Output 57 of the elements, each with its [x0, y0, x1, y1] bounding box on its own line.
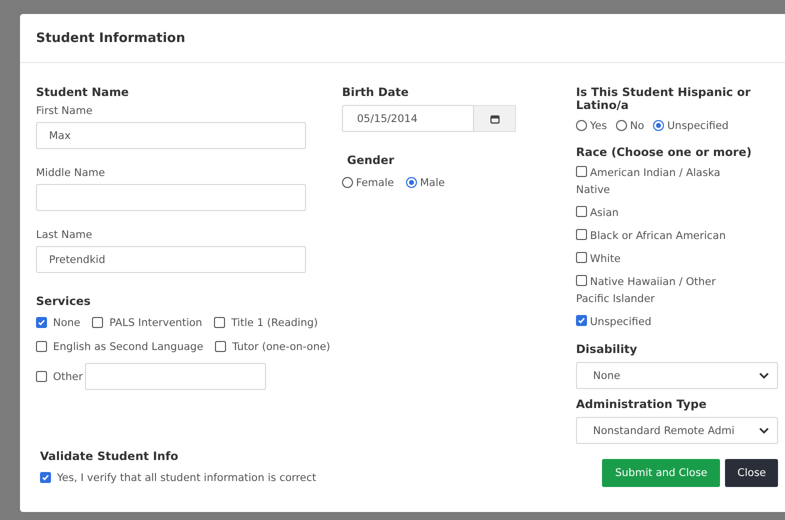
field-label: First Name: [36, 105, 94, 117]
calendar-icon: [490, 114, 500, 124]
calendar-button[interactable]: [474, 105, 516, 132]
submit-button[interactable]: Submit and Close: [602, 459, 720, 487]
radio-option[interactable]: Yes: [576, 118, 607, 134]
date-field[interactable]: 05/15/2014: [342, 105, 474, 132]
section-heading: Validate Student Info: [40, 450, 180, 463]
checkbox-option[interactable]: PALS Intervention: [92, 315, 202, 331]
radio-option[interactable]: Male: [406, 175, 445, 191]
dropdown[interactable]: None: [576, 362, 778, 389]
checkbox[interactable]: [214, 317, 226, 328]
close-button[interactable]: Close: [725, 459, 778, 487]
checkbox[interactable]: [215, 341, 226, 352]
checkbox-option[interactable]: Asian: [576, 204, 751, 222]
checkbox[interactable]: [92, 317, 104, 328]
chevron-down-icon: [759, 372, 769, 379]
dialog-title: Student Information: [36, 30, 186, 46]
checkbox-option[interactable]: American Indian / Alaska Native: [576, 164, 751, 199]
field-label: Administration Type: [576, 398, 708, 411]
radio-option[interactable]: Female: [342, 175, 394, 191]
checkbox-option[interactable]: None: [36, 315, 80, 331]
text-field[interactable]: Max: [36, 122, 306, 149]
field-label: Last Name: [36, 229, 94, 241]
checkbox[interactable]: [40, 472, 51, 483]
checkbox-option[interactable]: English as Second Language: [36, 339, 204, 355]
field-label: Middle Name: [36, 167, 106, 179]
checkbox-option[interactable]: Yes, I verify that all student information is correct: [40, 470, 316, 486]
checkbox-option[interactable]: White: [576, 250, 751, 268]
checkbox[interactable]: [36, 317, 47, 328]
checkbox-option[interactable]: Native Hawaiian / Other Pacific Islander: [576, 273, 751, 308]
chevron-down-icon: [759, 427, 769, 434]
text-field[interactable]: [84, 363, 266, 390]
field-label: Disability: [576, 343, 638, 356]
checkbox[interactable]: [576, 315, 587, 326]
checkbox[interactable]: [36, 341, 47, 352]
section-heading: Services: [36, 295, 92, 308]
checkbox-option[interactable]: Title 1 (Reading): [214, 315, 318, 331]
field-label: Race (Choose one or more): [576, 146, 753, 159]
checkbox[interactable]: [36, 370, 47, 382]
checkbox[interactable]: [576, 252, 587, 263]
section-heading: Student Name: [36, 86, 130, 99]
checkbox[interactable]: [576, 206, 587, 217]
checkbox-option[interactable]: Other: [36, 368, 83, 384]
text-field[interactable]: [36, 184, 306, 211]
text-field[interactable]: Pretendkid: [36, 246, 306, 273]
dropdown[interactable]: Nonstandard Remote Admi: [576, 417, 778, 444]
radio-option[interactable]: Unspecified: [653, 118, 729, 134]
field-label: Gender: [346, 154, 396, 167]
checkbox-option[interactable]: Unspecified: [576, 313, 751, 331]
checkbox[interactable]: [576, 166, 587, 177]
radio-option[interactable]: No: [616, 118, 644, 134]
field-label: Birth Date: [342, 86, 410, 99]
checkbox[interactable]: [576, 229, 587, 240]
field-label: Is This Student Hispanic or Latino/a: [576, 86, 752, 112]
checkbox[interactable]: [576, 275, 587, 286]
checkbox-option[interactable]: Tutor (one-on-one): [215, 339, 330, 355]
checkbox-option[interactable]: Black or African American: [576, 227, 751, 245]
